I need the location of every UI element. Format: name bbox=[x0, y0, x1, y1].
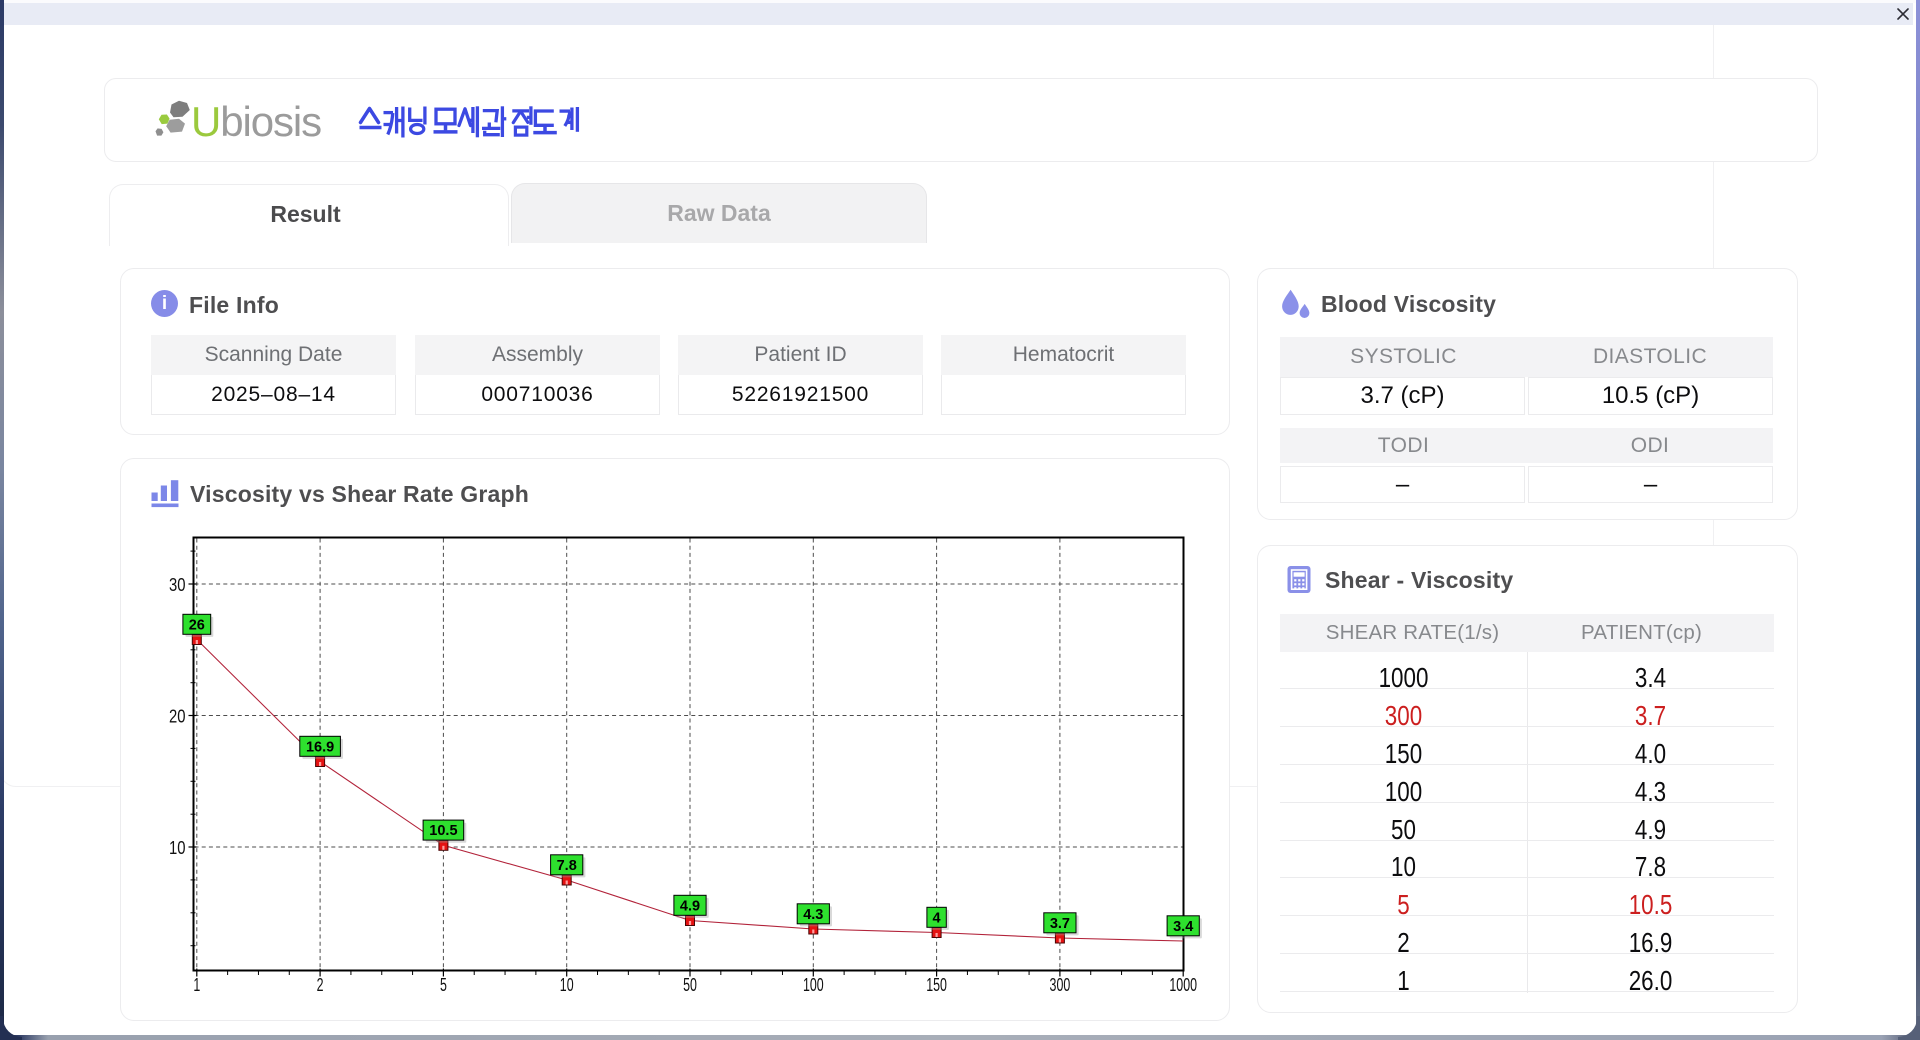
svg-text:10: 10 bbox=[560, 975, 574, 995]
svg-text:10.5: 10.5 bbox=[429, 823, 457, 839]
svg-text:20: 20 bbox=[169, 707, 186, 727]
svg-text:3.4: 3.4 bbox=[1173, 919, 1193, 935]
svg-text:150: 150 bbox=[926, 975, 947, 995]
svg-text:4.3: 4.3 bbox=[803, 907, 823, 923]
svg-text:1000: 1000 bbox=[1169, 975, 1197, 995]
svg-text:300: 300 bbox=[1050, 975, 1071, 995]
svg-text:2: 2 bbox=[317, 975, 324, 995]
svg-text:5: 5 bbox=[440, 975, 447, 995]
svg-text:1: 1 bbox=[193, 975, 200, 995]
svg-text:26: 26 bbox=[189, 617, 205, 633]
svg-text:10: 10 bbox=[169, 838, 186, 858]
svg-text:4: 4 bbox=[933, 910, 941, 926]
svg-text:4.9: 4.9 bbox=[680, 898, 700, 914]
svg-text:3.7: 3.7 bbox=[1050, 916, 1070, 932]
svg-text:16.9: 16.9 bbox=[306, 739, 334, 755]
svg-text:50: 50 bbox=[683, 975, 697, 995]
svg-text:7.8: 7.8 bbox=[557, 858, 577, 874]
svg-text:30: 30 bbox=[169, 575, 186, 595]
svg-text:100: 100 bbox=[803, 975, 824, 995]
